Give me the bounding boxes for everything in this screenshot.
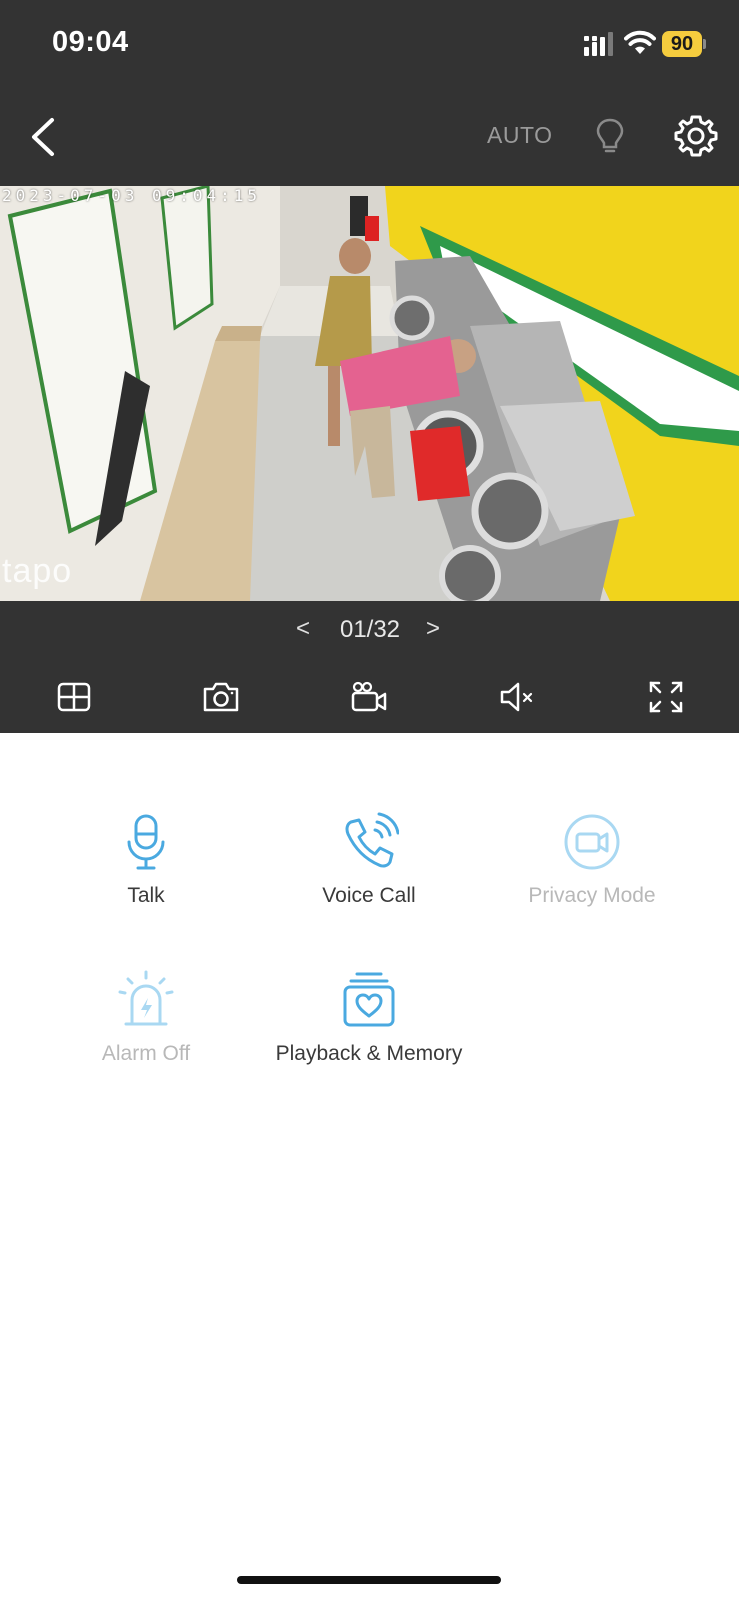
snapshot-icon[interactable] — [202, 679, 240, 715]
grid-view-icon[interactable] — [55, 679, 93, 715]
camera-scene — [0, 186, 739, 601]
mute-icon[interactable] — [498, 679, 536, 715]
playback-memory-button[interactable]: Playback & Memory — [259, 970, 479, 1066]
battery-level: 90 — [662, 31, 702, 57]
privacy-mode-button[interactable]: Privacy Mode — [492, 812, 692, 908]
record-icon[interactable] — [350, 679, 388, 715]
video-timestamp: 2023-07-03 09:04:15 — [2, 186, 262, 205]
gear-icon[interactable] — [674, 114, 718, 158]
talk-button[interactable]: Talk — [46, 812, 246, 908]
privacy-mode-label: Privacy Mode — [528, 884, 656, 907]
battery-indicator: 90 — [662, 31, 706, 57]
night-vision-mode-label[interactable]: AUTO — [487, 122, 552, 149]
video-watermark: tapo — [2, 552, 73, 590]
voice-call-button[interactable]: Voice Call — [269, 812, 469, 908]
home-indicator[interactable] — [237, 1576, 501, 1584]
phone-call-icon — [345, 812, 399, 868]
back-icon[interactable] — [24, 112, 64, 162]
status-time: 09:04 — [52, 26, 129, 58]
talk-label: Talk — [127, 884, 165, 907]
top-nav-bar: AUTO — [0, 92, 739, 186]
battery-nub — [703, 39, 706, 49]
voice-call-label: Voice Call — [322, 884, 416, 907]
status-bar: 09:04 90 — [0, 0, 739, 92]
previous-camera-button[interactable]: < — [296, 615, 310, 643]
wifi-icon — [624, 30, 656, 54]
camera-live-view[interactable]: 2023-07-03 09:04:15 tapo — [0, 186, 739, 601]
microphone-icon — [127, 814, 165, 870]
fullscreen-icon[interactable] — [647, 679, 685, 715]
bulb-icon[interactable] — [594, 116, 626, 156]
playback-memory-icon — [343, 972, 395, 1027]
privacy-camera-icon — [564, 814, 620, 870]
alarm-button[interactable]: Alarm Off — [46, 970, 246, 1066]
next-camera-button[interactable]: > — [426, 615, 440, 643]
playback-controls: < 01/32 > — [0, 601, 739, 733]
playback-memory-label: Playback & Memory — [275, 1042, 463, 1065]
camera-page-indicator: 01/32 — [339, 616, 401, 643]
cellular-signal-icon — [584, 32, 613, 56]
alarm-label: Alarm Off — [101, 1042, 191, 1065]
alarm-icon — [118, 970, 174, 1026]
